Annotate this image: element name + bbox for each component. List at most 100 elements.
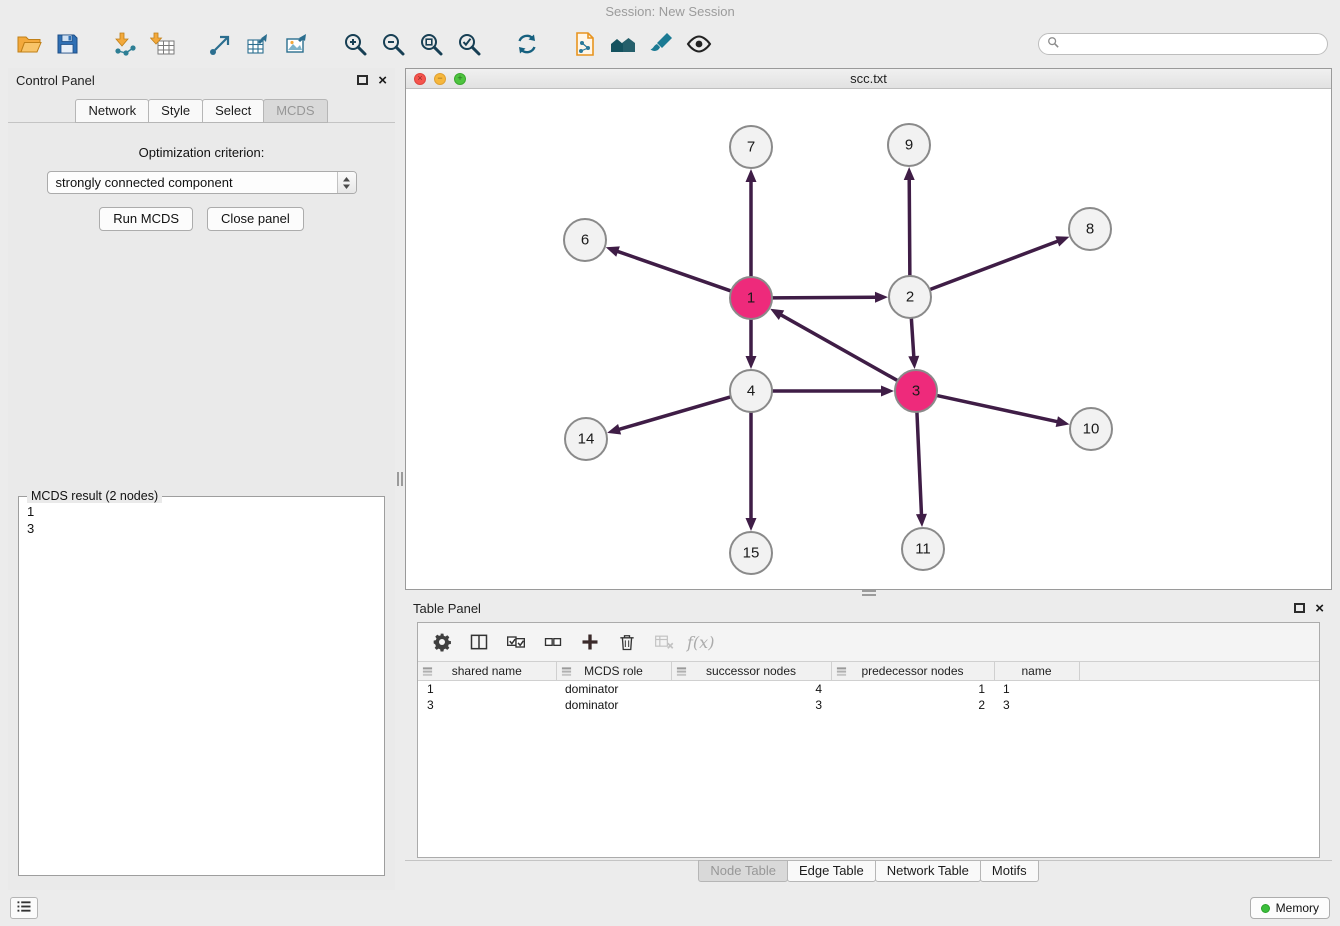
- tab-motifs[interactable]: Motifs: [980, 860, 1039, 882]
- column-edit-icon: [561, 666, 572, 680]
- column-header-successor-nodes[interactable]: successor nodes: [671, 662, 831, 681]
- table-cell[interactable]: 3: [994, 697, 1079, 713]
- edge-2-9[interactable]: [909, 180, 910, 276]
- style-button[interactable]: [644, 27, 678, 61]
- export-image-button[interactable]: [280, 27, 314, 61]
- show-columns-button[interactable]: [465, 628, 493, 656]
- tab-network[interactable]: Network: [75, 99, 149, 123]
- table-cell[interactable]: 4: [671, 681, 831, 698]
- status-menu-button[interactable]: [10, 897, 38, 919]
- network-graph[interactable]: 7968124314101511: [406, 89, 1331, 589]
- table-cell[interactable]: 3: [418, 697, 556, 713]
- tab-network-table[interactable]: Network Table: [875, 860, 981, 882]
- export-network-button[interactable]: [204, 27, 238, 61]
- deselect-all-button[interactable]: [539, 628, 567, 656]
- import-network-icon: [112, 31, 138, 57]
- table-cell[interactable]: 1: [831, 681, 994, 698]
- minimize-window-button[interactable]: [434, 73, 446, 85]
- table-cell[interactable]: dominator: [556, 697, 671, 713]
- tab-mcds[interactable]: MCDS: [263, 99, 327, 123]
- column-header-name[interactable]: name: [994, 662, 1079, 681]
- search-box[interactable]: [1038, 33, 1328, 55]
- arrowhead-icon: [606, 246, 620, 256]
- tab-node-table[interactable]: Node Table: [698, 860, 788, 882]
- refresh-button[interactable]: [510, 27, 544, 61]
- zoom-fit-button[interactable]: [414, 27, 448, 61]
- first-neighbors-button[interactable]: [606, 27, 640, 61]
- node-label-4: 4: [747, 383, 755, 400]
- criterion-select-value: strongly connected component: [48, 175, 337, 190]
- window-title: Session: New Session: [605, 4, 734, 19]
- table-cell[interactable]: 1: [994, 681, 1079, 698]
- edge-2-3[interactable]: [911, 318, 913, 356]
- network-from-clipboard-button[interactable]: [568, 27, 602, 61]
- close-table-panel-icon[interactable]: ×: [1315, 601, 1324, 616]
- criterion-select[interactable]: strongly connected component: [47, 171, 357, 194]
- vertical-splitter[interactable]: [395, 68, 405, 890]
- edge-3-10[interactable]: [937, 395, 1057, 421]
- show-hide-button[interactable]: [682, 27, 716, 61]
- tab-edge-table[interactable]: Edge Table: [787, 860, 876, 882]
- select-all-button[interactable]: [502, 628, 530, 656]
- import-network-button[interactable]: [108, 27, 142, 61]
- zoom-out-button[interactable]: [376, 27, 410, 61]
- run-mcds-button[interactable]: Run MCDS: [99, 207, 193, 231]
- column-header-shared-name[interactable]: shared name: [418, 662, 556, 681]
- export-table-button[interactable]: [242, 27, 276, 61]
- zoom-selected-button[interactable]: [452, 27, 486, 61]
- mcds-result-list[interactable]: 13: [19, 497, 384, 543]
- open-folder-icon: [16, 31, 42, 57]
- float-table-panel-icon[interactable]: [1294, 603, 1305, 613]
- table-cell[interactable]: 1: [418, 681, 556, 698]
- arrowhead-icon: [1055, 236, 1069, 246]
- node-table: shared nameMCDS rolesuccessor nodesprede…: [418, 661, 1319, 713]
- function-builder-button[interactable]: f(x): [687, 628, 714, 656]
- clipboard-network-icon: [572, 31, 598, 57]
- save-session-button[interactable]: [50, 27, 84, 61]
- edge-4-14[interactable]: [620, 397, 731, 429]
- zoom-in-button[interactable]: [338, 27, 372, 61]
- table-settings-button[interactable]: [428, 628, 456, 656]
- memory-button[interactable]: Memory: [1250, 897, 1330, 919]
- edge-3-11[interactable]: [917, 412, 922, 514]
- gear-icon: [432, 632, 452, 652]
- delete-column-button[interactable]: [613, 628, 641, 656]
- node-label-15: 15: [743, 545, 760, 562]
- table-cell-filler: [1079, 697, 1319, 713]
- tab-select[interactable]: Select: [202, 99, 264, 123]
- arrowhead-icon: [904, 167, 915, 180]
- edge-1-2[interactable]: [772, 297, 875, 298]
- network-window-titlebar: scc.txt: [406, 69, 1331, 89]
- tab-style[interactable]: Style: [148, 99, 203, 123]
- maximize-window-button[interactable]: [454, 73, 466, 85]
- close-panel-button[interactable]: Close panel: [207, 207, 304, 231]
- node-label-10: 10: [1083, 421, 1100, 438]
- float-panel-icon[interactable]: [357, 75, 368, 85]
- add-column-button[interactable]: [576, 628, 604, 656]
- splitter-grip-icon: [397, 472, 403, 486]
- column-header-filler: [1079, 662, 1319, 681]
- column-header-predecessor-nodes[interactable]: predecessor nodes: [831, 662, 994, 681]
- node-label-14: 14: [578, 431, 595, 448]
- table-row[interactable]: 3dominator323: [418, 697, 1319, 713]
- main-toolbar: [0, 22, 1340, 66]
- title-bar: Session: New Session: [0, 0, 1340, 22]
- control-panel-tabs: NetworkStyleSelectMCDS: [8, 96, 395, 123]
- table-cell[interactable]: 2: [831, 697, 994, 713]
- search-input[interactable]: [1064, 37, 1319, 51]
- delete-table-button[interactable]: [650, 628, 678, 656]
- close-window-button[interactable]: [414, 73, 426, 85]
- edge-3-1[interactable]: [781, 315, 897, 381]
- column-edit-icon: [676, 666, 687, 680]
- table-cell[interactable]: 3: [671, 697, 831, 713]
- column-header-MCDS-role[interactable]: MCDS role: [556, 662, 671, 681]
- open-file-button[interactable]: [12, 27, 46, 61]
- close-panel-icon[interactable]: ×: [378, 73, 387, 88]
- table-cell[interactable]: dominator: [556, 681, 671, 698]
- node-label-3: 3: [912, 383, 920, 400]
- edge-2-8[interactable]: [930, 241, 1058, 289]
- table-row[interactable]: 1dominator411: [418, 681, 1319, 698]
- edge-1-6[interactable]: [618, 252, 731, 292]
- mcds-result-item: 1: [27, 503, 376, 520]
- import-table-button[interactable]: [146, 27, 180, 61]
